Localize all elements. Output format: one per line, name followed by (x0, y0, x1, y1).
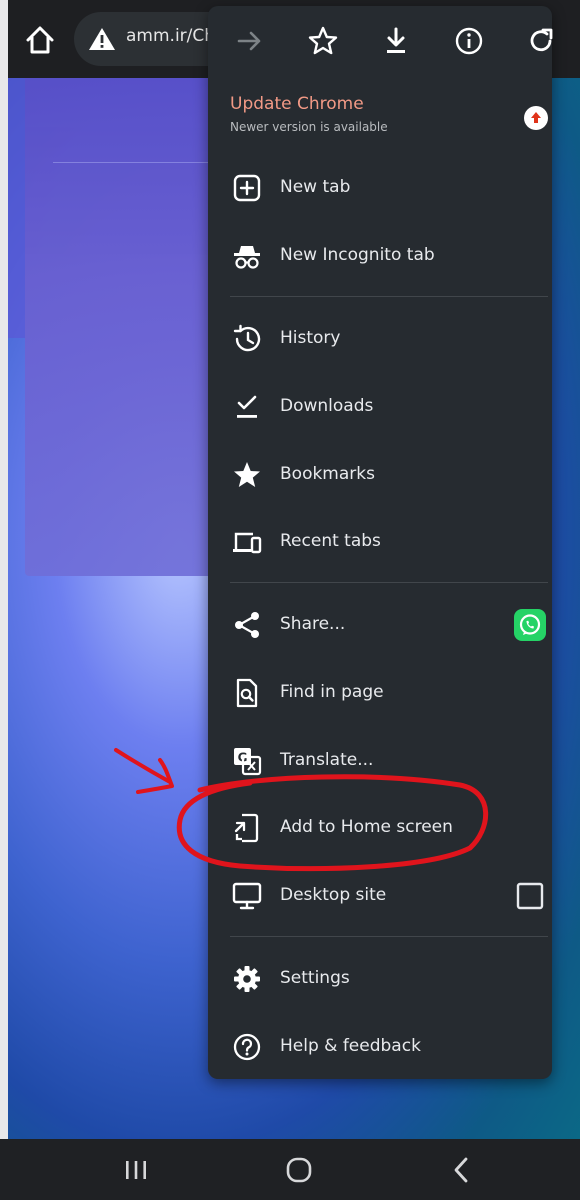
help-icon (233, 1033, 261, 1061)
refresh-icon[interactable] (524, 24, 558, 58)
download-icon[interactable] (379, 24, 413, 58)
menu-item-label: New tab (280, 177, 351, 197)
menu-divider (230, 296, 548, 297)
menu-item-label: Settings (280, 968, 350, 988)
history-icon (233, 324, 261, 352)
update-subtitle: Newer version is available (230, 120, 388, 134)
update-arrow-icon (524, 106, 548, 130)
menu-item-label: Desktop site (280, 885, 387, 905)
desktop-site-checkbox[interactable] (514, 880, 546, 912)
menu-item-label: Share... (280, 614, 346, 634)
android-navigation-bar (0, 1139, 580, 1200)
new-tab-icon (233, 174, 261, 202)
page-divider (53, 162, 225, 163)
menu-item-label: Help & feedback (280, 1036, 421, 1056)
menu-item-recent-tabs[interactable]: Recent tabs (208, 512, 552, 572)
menu-item-find-in-page[interactable]: Find in page (208, 663, 552, 723)
menu-item-label: Bookmarks (280, 464, 375, 484)
chrome-overflow-menu: Update Chrome Newer version is available… (208, 6, 553, 1079)
menu-item-label: Translate... (280, 750, 374, 770)
menu-item-add-to-home-screen[interactable]: Add to Home screen (208, 798, 552, 858)
back-nav-icon[interactable] (443, 1153, 479, 1187)
find-in-page-icon (236, 678, 258, 708)
update-title: Update Chrome (230, 94, 364, 114)
bookmarks-icon (234, 462, 260, 487)
menu-item-label: New Incognito tab (280, 245, 435, 265)
update-chrome-item[interactable]: Update Chrome Newer version is available (208, 86, 552, 152)
menu-toolbar (208, 6, 553, 76)
whatsapp-icon[interactable] (514, 609, 546, 641)
menu-item-translate[interactable]: G Translate... (208, 731, 552, 791)
page-content-card (25, 78, 225, 576)
menu-item-help-feedback[interactable]: Help & feedback (208, 1017, 552, 1077)
desktop-icon (232, 882, 262, 910)
menu-item-share[interactable]: Share... (208, 595, 552, 655)
menu-divider (230, 582, 548, 583)
menu-item-new-tab[interactable]: New tab (208, 158, 552, 218)
recent-apps-icon[interactable] (118, 1153, 154, 1187)
menu-item-label: Recent tabs (280, 531, 381, 551)
add-to-home-icon (234, 813, 259, 843)
downloads-icon (237, 395, 257, 418)
home-icon[interactable] (22, 22, 58, 58)
menu-item-desktop-site[interactable]: Desktop site (208, 866, 552, 926)
menu-item-label: Find in page (280, 682, 384, 702)
settings-gear-icon (234, 966, 260, 992)
translate-icon: G (234, 748, 262, 776)
menu-item-downloads[interactable]: Downloads (208, 377, 552, 437)
recent-tabs-icon (233, 532, 262, 554)
menu-item-label: History (280, 328, 341, 348)
menu-item-settings[interactable]: Settings (208, 949, 552, 1009)
warning-icon[interactable] (88, 26, 116, 52)
menu-item-label: Downloads (280, 396, 374, 416)
info-icon[interactable] (452, 24, 486, 58)
menu-divider (230, 936, 548, 937)
menu-item-bookmarks[interactable]: Bookmarks (208, 445, 552, 505)
home-nav-icon[interactable] (281, 1153, 317, 1187)
page-background-accent (8, 78, 25, 338)
menu-item-new-incognito-tab[interactable]: New Incognito tab (208, 226, 552, 286)
bookmark-star-icon[interactable] (306, 24, 340, 58)
menu-item-label: Add to Home screen (280, 817, 453, 837)
share-icon (235, 612, 259, 638)
forward-icon[interactable] (232, 24, 266, 58)
menu-item-history[interactable]: History (208, 309, 552, 369)
incognito-icon (234, 246, 260, 269)
